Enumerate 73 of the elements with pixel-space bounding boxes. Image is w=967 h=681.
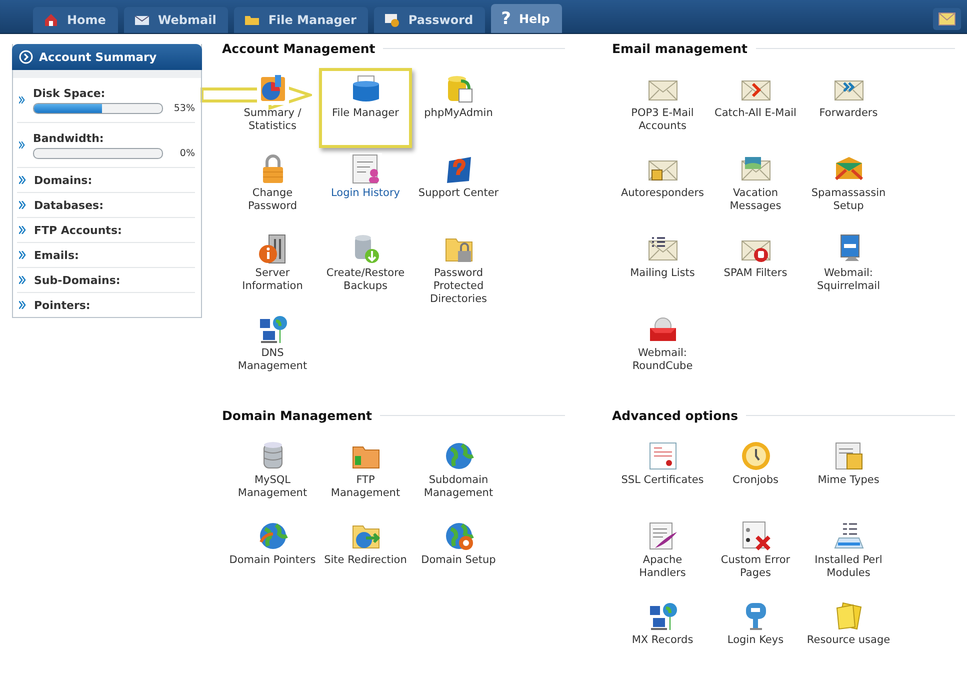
chevron-icon: [19, 251, 26, 259]
chevron-icon: [19, 176, 26, 184]
feature-link[interactable]: SSL Certificates: [616, 435, 709, 515]
feature-link[interactable]: Spamassassin Setup: [802, 148, 895, 228]
feature-link[interactable]: Catch-All E-Mail: [709, 68, 802, 148]
chevron-icon: [19, 301, 26, 309]
summary-label: Disk Space:: [33, 86, 106, 100]
document-user-icon: [350, 153, 382, 185]
usage-percent: 0%: [178, 148, 195, 158]
section-title: Advanced options: [612, 408, 738, 423]
tab[interactable]: File Manager: [234, 7, 368, 33]
feature-link[interactable]: phpMyAdmin: [412, 68, 505, 148]
panel-title: Account Summary: [39, 50, 157, 64]
section-title: Email management: [612, 41, 748, 56]
tab[interactable]: Home: [33, 7, 118, 33]
feature-link[interactable]: Subdomain Management: [412, 435, 505, 515]
chevron-icon: [19, 276, 26, 284]
zip-document-icon: [832, 440, 864, 472]
summary-label: Databases:: [34, 198, 104, 212]
feature-link[interactable]: Login History: [319, 148, 412, 228]
feature-link[interactable]: Domain Pointers: [226, 515, 319, 595]
feature-link[interactable]: POP3 E-Mail Accounts: [616, 68, 709, 148]
feature-link[interactable]: Cronjobs: [709, 435, 802, 515]
chevron-icon: [19, 141, 25, 149]
document-feather-icon: [646, 520, 678, 552]
feature-link[interactable]: Server Information: [226, 228, 319, 308]
mail-button[interactable]: [933, 8, 961, 30]
feature-link[interactable]: Apache Handlers: [616, 515, 709, 595]
chevron-icon: [19, 226, 26, 234]
feature-link[interactable]: Installed Perl Modules: [802, 515, 895, 595]
tab[interactable]: ? Help: [491, 4, 562, 33]
feature-link[interactable]: Site Redirection: [319, 515, 412, 595]
feature-link[interactable]: Domain Setup: [412, 515, 505, 595]
certificate-icon: [646, 440, 678, 472]
summary-label: Bandwidth:: [33, 132, 105, 144]
summary-label: Domains:: [34, 174, 94, 186]
feature-link[interactable]: Resource usage: [802, 595, 895, 675]
feature-link[interactable]: DNS Management: [226, 308, 319, 388]
feature-link[interactable]: Mailing Lists: [616, 228, 709, 308]
envelope-icon: [938, 12, 956, 26]
feature-link[interactable]: Change Password: [226, 148, 319, 228]
section-title: Domain Management: [222, 408, 372, 423]
feature-link[interactable]: Autoresponders: [616, 148, 709, 228]
feature-link[interactable]: Webmail: Squirrelmail: [802, 228, 895, 308]
summary-label: Emails:: [34, 248, 80, 262]
chevron-icon: [19, 96, 25, 104]
server-info-icon: [256, 233, 288, 265]
feature-link[interactable]: Custom Error Pages: [709, 515, 802, 595]
section-title: Account Management: [222, 41, 376, 56]
feature-link[interactable]: MySQL Management: [226, 435, 319, 515]
feature-link[interactable]: Mime Types: [802, 435, 895, 515]
feature-link[interactable]: Support Center: [412, 148, 505, 228]
summary-label: FTP Accounts:: [34, 224, 123, 236]
chevron-icon: [19, 201, 26, 209]
feature-link[interactable]: Webmail: RoundCube: [616, 308, 709, 388]
feature-link[interactable]: Create/Restore Backups: [319, 228, 412, 308]
feature-link[interactable]: File Manager: [319, 68, 412, 148]
feature-link[interactable]: Password Protected Directories: [412, 228, 505, 308]
feature-link[interactable]: MX Records: [616, 595, 709, 675]
arrow-circle-icon: [19, 50, 33, 64]
feature-link[interactable]: FTP Management: [319, 435, 412, 515]
house-icon: [43, 12, 59, 28]
feature-link[interactable]: SPAM Filters: [709, 228, 802, 308]
tab[interactable]: Password: [374, 7, 486, 33]
feature-link[interactable]: Vacation Messages: [709, 148, 802, 228]
usage-percent: 53%: [173, 102, 195, 114]
tab[interactable]: Webmail: [124, 7, 228, 33]
summary-label: Pointers:: [34, 298, 92, 312]
feature-link[interactable]: Summary / Statistics: [226, 68, 319, 148]
key-card-icon: [384, 12, 400, 28]
feature-link[interactable]: Forwarders: [802, 68, 895, 148]
summary-label: Sub-Domains:: [34, 274, 122, 286]
feature-link[interactable]: Login Keys: [709, 595, 802, 675]
